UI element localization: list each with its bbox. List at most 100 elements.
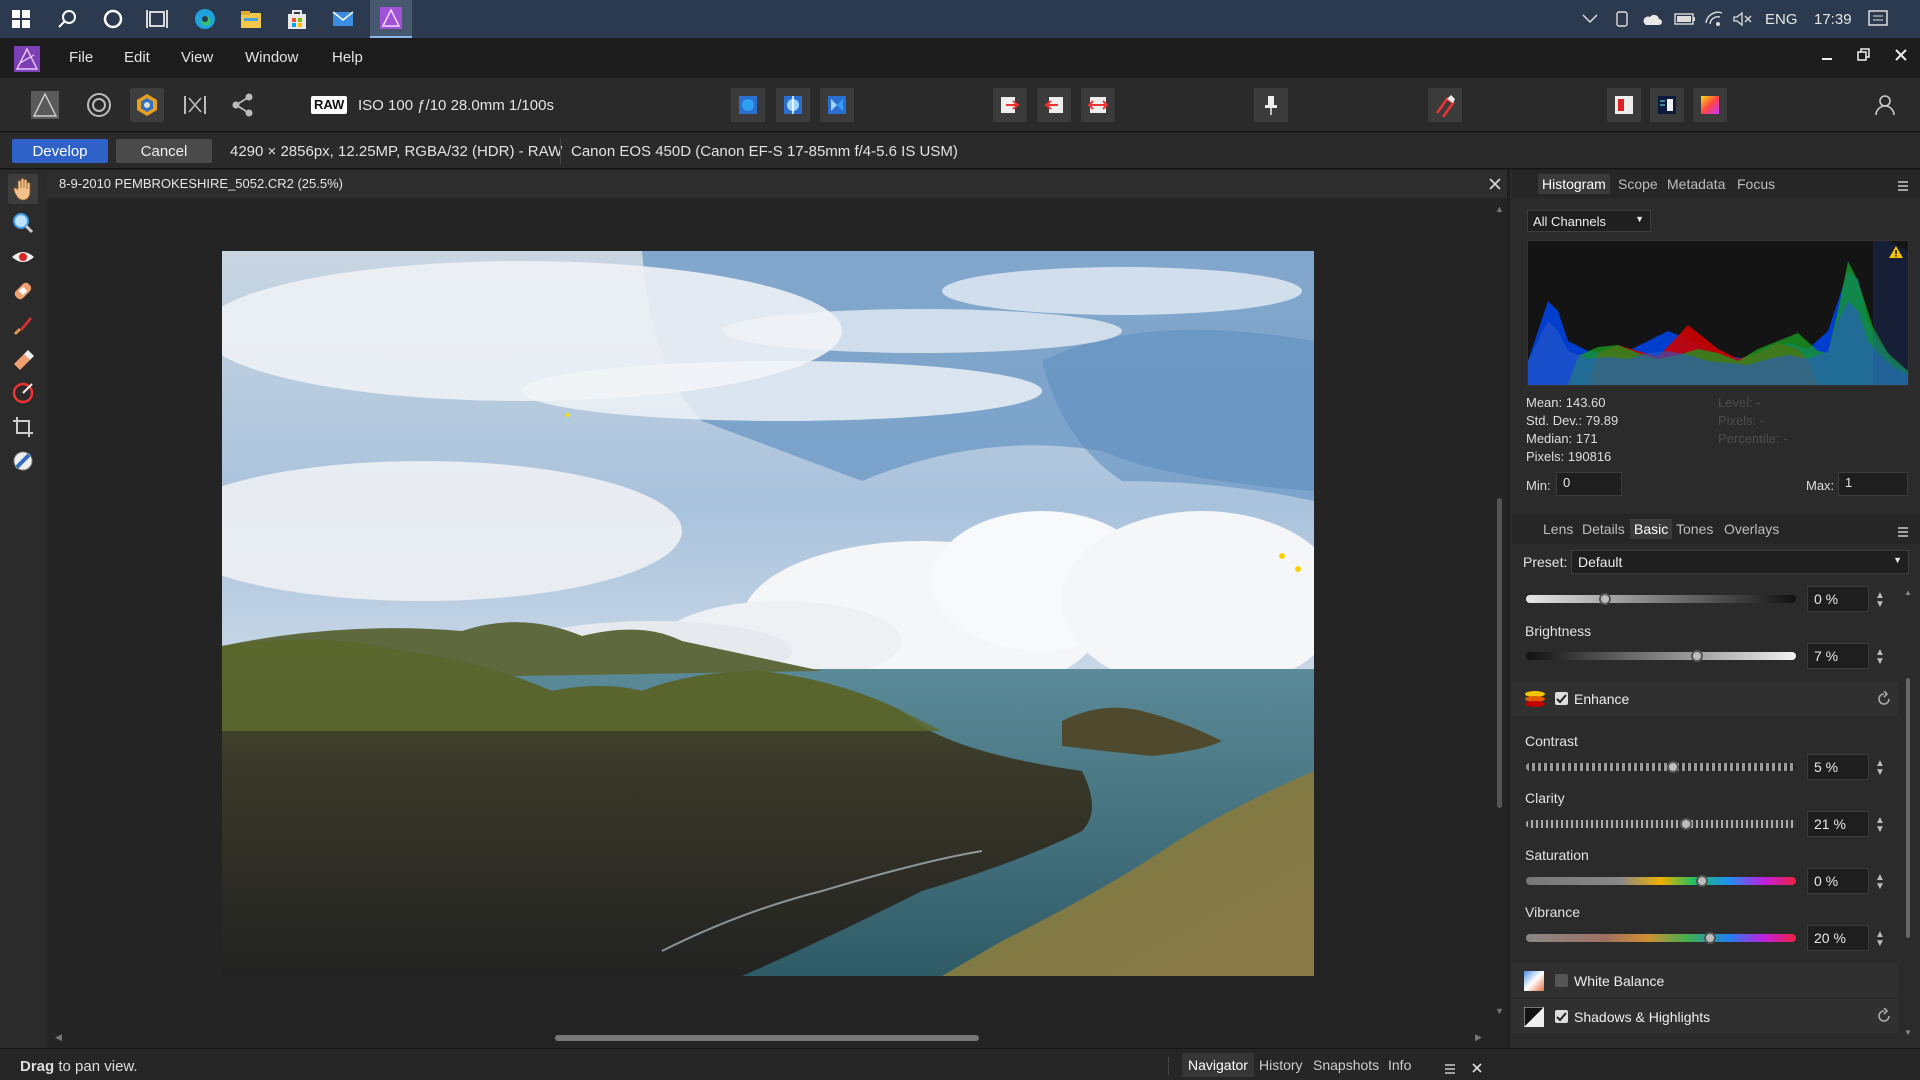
develop-button[interactable]: Develop [12, 139, 108, 163]
scroll-up-icon[interactable]: ▲ [1495, 204, 1504, 214]
close-window-icon[interactable] [1894, 48, 1908, 65]
device-icon[interactable] [1614, 0, 1630, 38]
tab-lens[interactable]: Lens [1543, 521, 1573, 537]
scroll-up-icon[interactable]: ▲ [1904, 588, 1912, 597]
clarity-slider-track[interactable] [1526, 820, 1796, 828]
tab-info[interactable]: Info [1388, 1057, 1411, 1073]
menu-help[interactable]: Help [332, 49, 363, 66]
tab-history[interactable]: History [1259, 1057, 1303, 1073]
scroll-down-icon[interactable]: ▼ [1495, 1006, 1504, 1016]
tab-details[interactable]: Details [1582, 521, 1625, 537]
assistant-icon[interactable] [1428, 88, 1462, 122]
search-icon[interactable] [52, 4, 82, 34]
exposure-slider-track[interactable] [1526, 595, 1796, 603]
preset-dropdown[interactable]: Default ▼ [1571, 550, 1909, 574]
panel-menu-icon[interactable] [1898, 178, 1912, 194]
zoom-tool-icon[interactable] [8, 208, 38, 238]
notification-center-icon[interactable] [1868, 0, 1888, 38]
tone-mapping-persona-icon[interactable] [178, 88, 212, 122]
mail-icon[interactable] [328, 4, 358, 34]
tab-focus[interactable]: Focus [1737, 176, 1775, 192]
brightness-slider-knob[interactable] [1690, 650, 1703, 662]
scroll-down-icon[interactable]: ▼ [1904, 1028, 1912, 1037]
clarity-value-field[interactable]: 21 % [1807, 811, 1869, 837]
studio-basic-icon[interactable] [1650, 88, 1684, 122]
contrast-value-field[interactable]: 5 % [1807, 754, 1869, 780]
studio-color-icon[interactable] [1693, 88, 1727, 122]
tab-snapshots[interactable]: Snapshots [1313, 1057, 1379, 1073]
enhance-section-header[interactable]: Enhance [1512, 682, 1898, 716]
exposure-spinner-icon[interactable]: ▲ ▼ [1875, 591, 1885, 610]
photo-persona-icon[interactable] [28, 88, 62, 122]
reset-enhance-icon[interactable] [1876, 690, 1892, 710]
horizontal-scrollbar[interactable]: ◀ ▶ [47, 1028, 1507, 1048]
saturation-slider-track[interactable] [1526, 877, 1796, 885]
restore-icon[interactable] [1857, 48, 1871, 65]
menu-window[interactable]: Window [245, 49, 298, 66]
clipped-shadows-icon[interactable] [1037, 88, 1071, 122]
clipping-warning-icon[interactable] [1888, 245, 1904, 262]
pin-icon[interactable] [1254, 88, 1288, 122]
saturation-spinner-icon[interactable]: ▲ ▼ [1875, 873, 1885, 892]
tab-navigator[interactable]: Navigator [1182, 1053, 1254, 1077]
clipped-tones-icon[interactable] [1081, 88, 1115, 122]
reset-shadows-highlights-icon[interactable] [1876, 1007, 1892, 1027]
brightness-slider-track[interactable] [1526, 652, 1796, 660]
liquify-persona-icon[interactable] [82, 88, 116, 122]
menu-file[interactable]: File [69, 49, 93, 66]
shadows-highlights-section-header[interactable]: Shadows & Highlights [1512, 999, 1898, 1033]
clarity-spinner-icon[interactable]: ▲ ▼ [1875, 816, 1885, 835]
menu-view[interactable]: View [181, 49, 213, 66]
develop-panel-scrollbar[interactable]: ▲ ▼ [1903, 588, 1913, 1042]
volume-muted-icon[interactable] [1732, 0, 1752, 38]
clipped-highlights-icon[interactable] [993, 88, 1027, 122]
affinity-photo-taskbar-icon[interactable] [370, 0, 412, 38]
vibrance-slider-track[interactable] [1526, 934, 1796, 942]
vertical-scrollbar[interactable]: ▲ ▼ [1492, 198, 1507, 1028]
store-icon[interactable] [282, 4, 312, 34]
clock-time[interactable]: 17:39 [1814, 0, 1852, 38]
contrast-slider-knob[interactable] [1666, 761, 1679, 773]
wifi-icon[interactable] [1704, 0, 1724, 38]
tab-metadata[interactable]: Metadata [1667, 176, 1725, 192]
view-hand-tool-icon[interactable] [8, 174, 38, 204]
contrast-spinner-icon[interactable]: ▲ ▼ [1875, 759, 1885, 778]
onedrive-cloud-icon[interactable] [1642, 0, 1662, 38]
user-account-icon[interactable] [1868, 88, 1902, 122]
overlay-gradient-tool-icon[interactable] [8, 378, 38, 408]
blemish-removal-tool-icon[interactable] [8, 276, 38, 306]
saturation-value-field[interactable]: 0 % [1807, 868, 1869, 894]
cortana-icon[interactable] [98, 4, 128, 34]
tray-overflow-chevron-icon[interactable] [1582, 0, 1598, 38]
view-mode-mirror-icon[interactable] [820, 88, 854, 122]
clarity-slider-knob[interactable] [1680, 818, 1692, 830]
windows-start-icon[interactable] [6, 4, 36, 34]
overlay-paint-tool-icon[interactable] [8, 310, 38, 340]
white-balance-checkbox[interactable] [1555, 974, 1568, 987]
tab-basic[interactable]: Basic [1630, 519, 1673, 539]
tab-tones[interactable]: Tones [1676, 521, 1713, 537]
export-persona-share-icon[interactable] [226, 88, 260, 122]
shadows-highlights-checkbox[interactable] [1555, 1010, 1568, 1023]
close-document-icon[interactable] [1489, 177, 1501, 193]
cancel-button[interactable]: Cancel [116, 139, 212, 163]
exposure-slider-knob[interactable] [1599, 593, 1611, 605]
task-view-icon[interactable] [142, 4, 172, 34]
tab-histogram[interactable]: Histogram [1538, 174, 1610, 194]
brightness-spinner-icon[interactable]: ▲ ▼ [1875, 648, 1885, 667]
develop-panel-scroll-thumb[interactable] [1906, 678, 1910, 938]
edge-browser-icon[interactable] [190, 4, 220, 34]
horizontal-scroll-thumb[interactable] [555, 1035, 979, 1041]
min-input[interactable]: 0 [1556, 472, 1622, 496]
document-tab[interactable]: 8-9-2010 PEMBROKESHIRE_5052.CR2 (25.5%) [47, 170, 1507, 198]
minimize-icon[interactable] [1820, 50, 1834, 67]
status-panel-menu-icon[interactable] [1445, 1061, 1459, 1077]
battery-icon[interactable] [1674, 0, 1696, 38]
crop-tool-icon[interactable] [8, 412, 38, 442]
white-balance-tool-icon[interactable] [8, 446, 38, 476]
scroll-left-icon[interactable]: ◀ [55, 1032, 62, 1043]
vibrance-spinner-icon[interactable]: ▲ ▼ [1875, 930, 1885, 949]
red-eye-tool-icon[interactable] [8, 242, 38, 272]
menu-edit[interactable]: Edit [124, 49, 150, 66]
enhance-checkbox[interactable] [1555, 692, 1568, 705]
